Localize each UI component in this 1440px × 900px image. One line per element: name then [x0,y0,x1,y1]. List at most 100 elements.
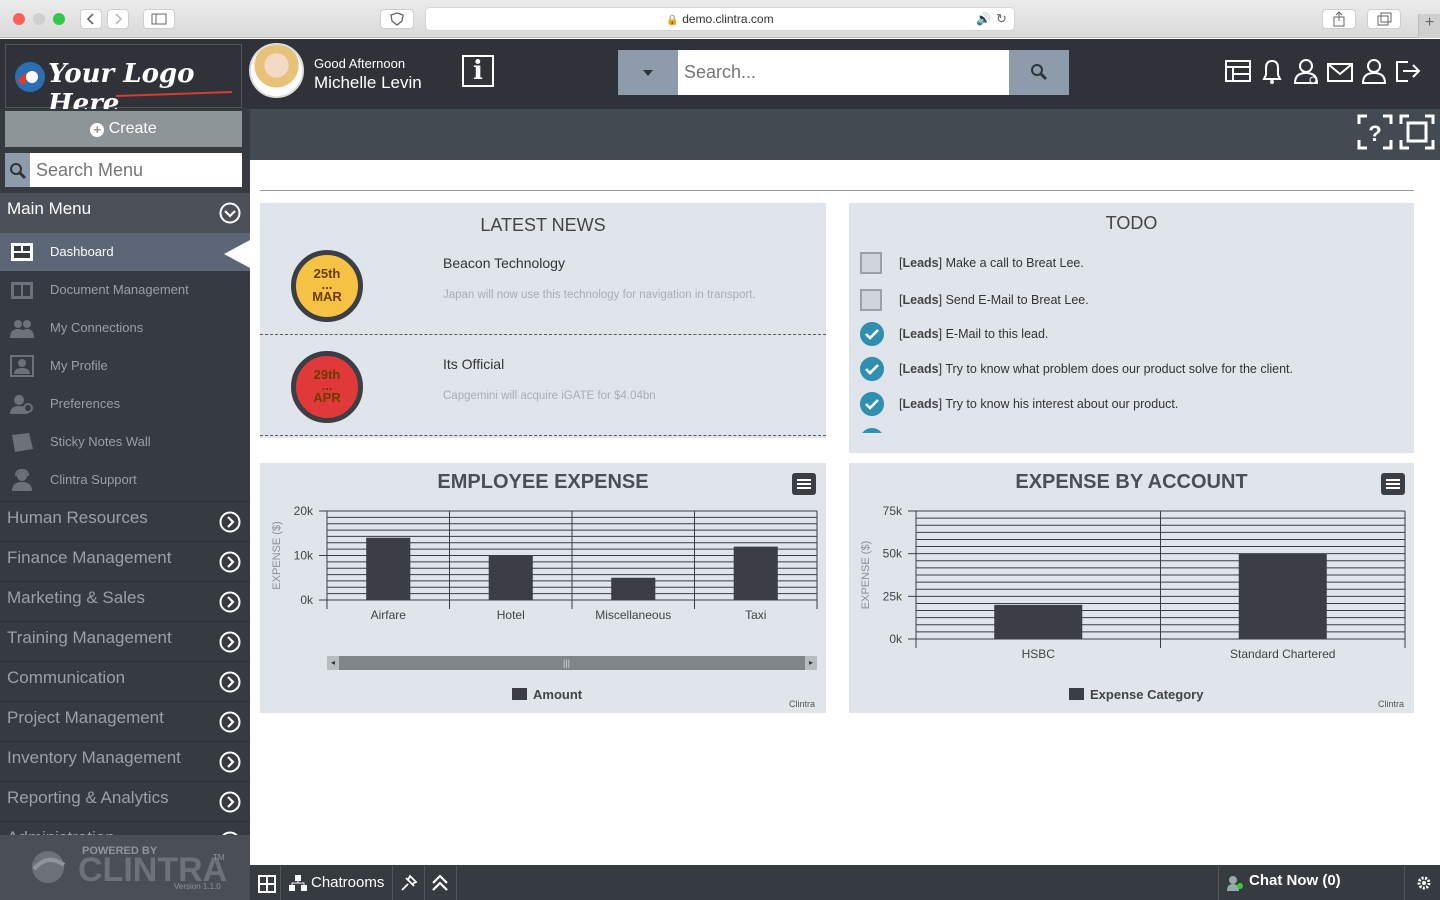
y-axis-label: EXPENSE ($) [271,521,283,589]
main-menu-header[interactable]: Main Menu [0,193,250,233]
news-date-badge: 29th... APR [291,351,363,423]
forward-button[interactable] [107,9,129,29]
mail-icon[interactable] [1326,56,1354,86]
sidebar-item-sticky-notes-wall[interactable]: Sticky Notes Wall [0,423,250,461]
help-icon[interactable]: ? [1357,114,1393,150]
url-bar[interactable]: 🔒 demo.clintra.com 🔊 ↻ [425,7,1015,31]
gear-icon[interactable] [1416,875,1432,891]
sidebar-section-human-resources[interactable]: Human Resources [0,501,250,541]
scroll-right-icon[interactable]: ▸ [805,656,817,670]
company-logo[interactable]: Your Logo Here [5,44,242,119]
checkmark-icon[interactable] [860,322,884,346]
todo-tag: Leads [902,362,939,376]
scroll-grip-icon[interactable]: ||| [563,658,570,668]
news-date-month: MAR [312,289,342,304]
bar-taxi [733,546,778,600]
chevrons-up-icon[interactable] [429,872,451,894]
grid-view-icon[interactable] [1224,56,1252,86]
chatrooms-button[interactable]: Chatrooms [311,865,384,900]
sidebar-item-dashboard[interactable]: Dashboard [0,233,250,271]
sidebar-section-project-management[interactable]: Project Management [0,701,250,741]
chart-scrollbar[interactable]: ◂ ||| ▸ [327,656,817,670]
x-tick-label: HSBC [1022,647,1056,661]
sidebar-item-clintra-support[interactable]: Clintra Support [0,461,250,499]
chevron-right-circle-icon [219,631,241,653]
news-divider [260,334,826,335]
legend-label[interactable]: Amount [533,687,582,702]
bell-icon[interactable] [1258,56,1286,86]
chart-credit[interactable]: Clintra [1378,699,1404,709]
todo-title: TODO [1105,213,1158,233]
sidebar-section-inventory-management[interactable]: Inventory Management [0,741,250,781]
legend-label[interactable]: Expense Category [1090,687,1203,702]
sidebar-section-training-management[interactable]: Training Management [0,621,250,661]
checkmark-icon[interactable] [860,392,884,416]
chatrooms-icon [289,875,307,891]
bar-hsbc [994,604,1083,639]
sidebar-item-document-management[interactable]: Document Management [0,271,250,309]
logout-icon[interactable] [1394,56,1422,86]
todo-checkbox[interactable] [860,252,882,274]
x-tick-label: Taxi [745,608,766,622]
user-icon[interactable] [1360,56,1388,86]
sidebar-section-finance-management[interactable]: Finance Management [0,541,250,581]
scroll-left-icon[interactable]: ◂ [327,656,339,670]
bracket: ] [938,293,946,307]
sidebar-section-communication[interactable]: Communication [0,661,250,701]
y-axis-label: EXPENSE ($) [860,541,872,609]
speaker-icon[interactable]: 🔊 [976,8,991,30]
trademark: TM [213,853,225,862]
powered-by-footer: POWERED BY CLINTRA TM Version 1.1.0 [0,835,250,900]
chevron-right-icon [115,13,123,25]
search-filter-dropdown[interactable] [618,50,678,95]
shield-icon [390,12,404,26]
sidebar-section-administration[interactable]: Administration [0,821,250,835]
news-headline[interactable]: Its Official [443,356,504,372]
close-window-button[interactable] [13,13,25,25]
y-tick-label: 20k [294,504,314,518]
sidebar-section-label: Inventory Management [7,748,181,767]
sidebar-item-my-connections[interactable]: My Connections [0,309,250,347]
todo-checkbox[interactable] [860,289,882,311]
checkmark-icon[interactable] [860,357,884,381]
chevron-down-circle-icon [219,202,241,224]
chat-now-button[interactable]: Chat Now (0) [1249,865,1341,900]
sidebar-toggle-button[interactable] [143,9,175,29]
maximize-window-button[interactable] [53,13,65,25]
sidebar-item-my-profile[interactable]: My Profile [0,347,250,385]
user-settings-icon[interactable] [1292,56,1320,86]
todo-text: Try to know his interest about our produ… [945,397,1179,411]
privacy-button[interactable] [380,9,414,29]
sidebar-section-label: Reporting & Analytics [7,788,169,807]
back-button[interactable] [80,9,102,29]
user-name[interactable]: Michelle Levin [314,73,422,93]
create-button[interactable]: + Create [5,111,242,147]
pin-icon[interactable] [398,872,420,894]
search-input[interactable] [678,50,1009,95]
minimize-window-button[interactable] [33,13,45,25]
reload-icon[interactable]: ↻ [996,8,1007,30]
sidebar-item-preferences[interactable]: Preferences [0,385,250,423]
sidebar-section-marketing-sales[interactable]: Marketing & Sales [0,581,250,621]
search-button[interactable] [1009,50,1069,95]
sidebar-section-reporting-analytics[interactable]: Reporting & Analytics [0,781,250,821]
dashboard-icon [11,243,33,261]
sidebar-item-label: Dashboard [50,244,114,259]
news-headline[interactable]: Beacon Technology [443,255,565,271]
apps-grid-icon[interactable] [257,874,277,894]
main-menu-label: Main Menu [7,199,92,218]
user-avatar[interactable] [249,43,304,98]
chart-credit[interactable]: Clintra [789,699,815,709]
create-label: Create [108,120,157,137]
todo-text: Send E-Mail to Breat Lee. [945,293,1089,307]
menu-search-input[interactable] [30,153,242,187]
share-icon [1333,11,1345,27]
y-tick-label: 75k [883,504,903,518]
sidebar-section-label: Training Management [7,628,172,647]
new-tab-button[interactable]: + [1418,14,1440,38]
divider [260,190,1414,191]
tabs-button[interactable] [1367,9,1401,29]
fullscreen-icon[interactable] [1399,114,1435,150]
share-button[interactable] [1322,9,1356,29]
info-icon[interactable]: i [462,55,494,87]
